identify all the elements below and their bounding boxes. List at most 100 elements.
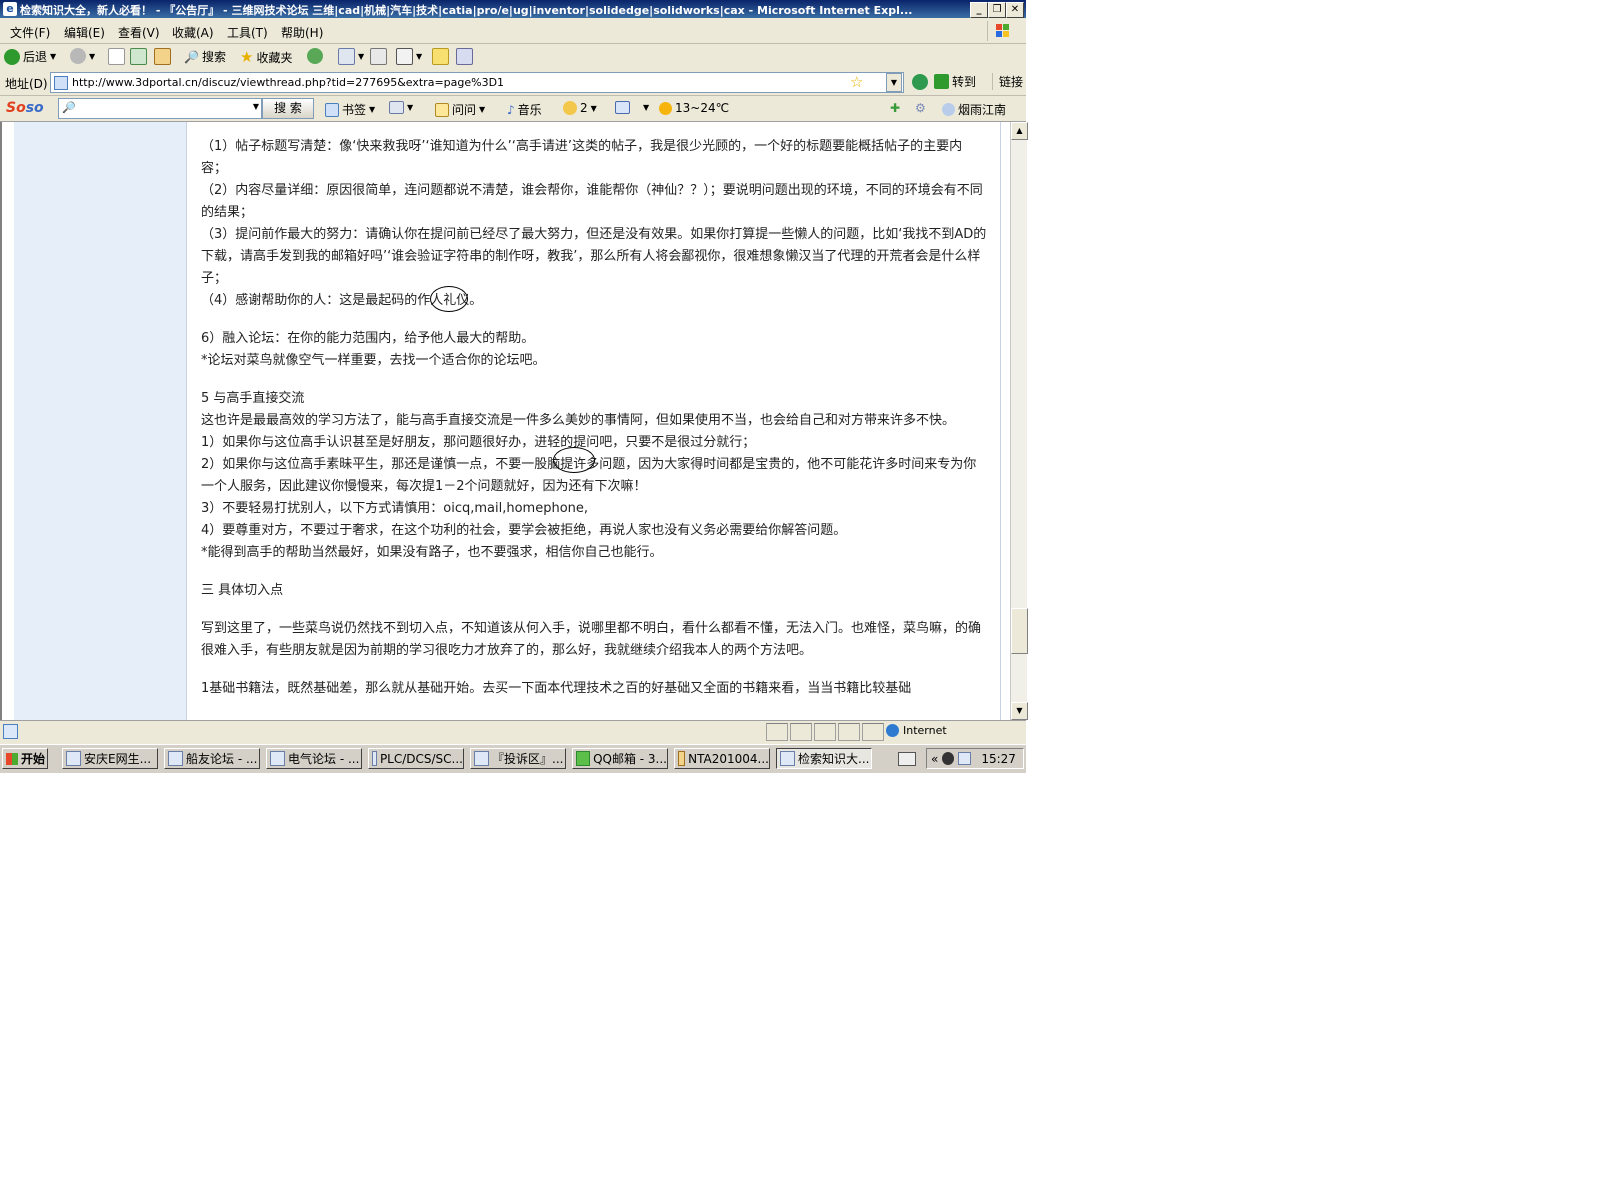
stop-icon [108, 48, 125, 65]
qq-penguin-icon[interactable] [942, 752, 955, 765]
paragraph: 1）如果你与这位高手认识甚至是好朋友，那问题很好办，进轻的提问吧，只要不是很过分… [201, 435, 756, 450]
messenger-button[interactable] [456, 48, 473, 65]
paragraph: 1基础书籍法，既然基础差，那么就从基础开始。去买一下面本代理技术之百的好基础又全… [201, 681, 912, 696]
notes-button[interactable] [432, 48, 449, 65]
forward-arrow-icon [70, 48, 86, 64]
taskbar-item[interactable]: QQ邮箱 - 3... [572, 748, 668, 769]
scroll-thumb[interactable] [1011, 608, 1028, 654]
messenger-icon [456, 48, 473, 65]
music-button[interactable]: ♪ 音乐 [507, 101, 542, 118]
restore-button[interactable]: ❐ [988, 2, 1006, 18]
taskbar-item[interactable]: NTA201004... [674, 748, 770, 769]
title-bar[interactable]: e 检索知识大全，新人必看！ - 『公告厅』 - 三维网技术论坛 三维|cad|… [0, 0, 1026, 18]
paragraph: 4）要尊重对方，不要过于奢求，在这个功利的社会，要学会被拒绝，再说人家也没有义务… [201, 523, 847, 538]
bookmarks-button[interactable]: 书签 ▼ [325, 101, 375, 118]
menu-file[interactable]: 文件(F) [10, 24, 50, 41]
edit-page-icon [396, 48, 413, 65]
question-icon [435, 102, 449, 117]
add-button[interactable]: ✚ [890, 101, 900, 115]
shield-icon[interactable] [912, 74, 928, 90]
search-icon: 🔎 [62, 101, 76, 114]
screen-button[interactable]: ▼ [615, 101, 649, 114]
windows-logo-icon [987, 21, 1018, 41]
soso-search-button[interactable]: 搜 索 [262, 98, 314, 119]
ask-button[interactable]: 问问 ▼ [435, 101, 485, 118]
user-account[interactable]: 烟雨江南 [942, 101, 1006, 118]
scroll-down-icon[interactable]: ▼ [1011, 702, 1028, 720]
close-button[interactable]: ✕ [1006, 2, 1024, 18]
standard-toolbar: 后退 ▼ ▼ 🔎 搜索 ★ 收藏夹 ▼ ▼ [0, 44, 1026, 71]
envelope-icon [389, 101, 404, 114]
menu-edit[interactable]: 编辑(E) [64, 24, 105, 41]
points-button[interactable]: 2 ▼ [563, 101, 597, 115]
search-icon: 🔎 [184, 49, 199, 64]
plus-icon: ✚ [890, 101, 901, 115]
back-button[interactable]: 后退 ▼ [4, 48, 56, 65]
edit-button[interactable]: ▼ [396, 48, 422, 65]
address-bar: 地址(D) http://www.3dportal.cn/discuz/view… [0, 70, 1026, 96]
search-button[interactable]: 🔎 搜索 [184, 48, 226, 65]
post-content: （1）帖子标题写清楚：像‘快来救我呀’‘谁知道为什么’‘高手请进’这类的帖子，我… [201, 136, 987, 700]
keyboard-icon[interactable] [898, 752, 916, 766]
scroll-up-icon[interactable]: ▲ [1011, 122, 1028, 140]
note-icon [432, 48, 449, 65]
medal-icon [563, 101, 577, 115]
soso-search-input[interactable]: 🔎 ▼ [58, 98, 262, 119]
soso-toolbar: Soso 🔎 ▼ 搜 索 书签 ▼ ▼ 问问 ▼ ♪ 音乐 2 ▼ ▼ 13~2… [0, 96, 1026, 122]
gear-icon: ⚙ [915, 101, 926, 115]
stop-button[interactable] [108, 48, 125, 65]
paragraph: （3）提问前作最大的努力：请确认你在提问前已经尽了最大努力，但还是没有效果。如果… [201, 227, 987, 286]
taskbar-item[interactable]: 『投诉区』... [470, 748, 566, 769]
windows-flag-icon [6, 752, 18, 765]
menu-favorites[interactable]: 收藏(A) [172, 24, 214, 41]
address-input[interactable]: http://www.3dportal.cn/discuz/viewthread… [50, 72, 904, 93]
taskbar-item-active[interactable]: 检索知识大... [776, 748, 872, 769]
minimize-button[interactable]: _ [970, 2, 988, 18]
mail-dropdown[interactable]: ▼ [389, 101, 413, 114]
settings-button[interactable]: ⚙ [915, 101, 926, 115]
links-button[interactable]: 链接 [992, 73, 1023, 90]
dropdown-icon[interactable]: ▼ [253, 102, 259, 111]
network-icon[interactable] [958, 752, 972, 765]
ie-icon: e [3, 2, 17, 16]
paragraph: *能得到高手的帮助当然最好，如果没有路子，也不要强求，相信你自己也能行。 [201, 545, 663, 560]
forward-dropdown-icon[interactable]: ▼ [89, 52, 95, 61]
start-button[interactable]: 开始 [2, 748, 48, 769]
weather-widget[interactable]: 13~24℃ [659, 101, 729, 115]
favorites-button[interactable]: ★ 收藏夹 [240, 48, 292, 66]
section-heading: 三 具体切入点 [201, 583, 284, 598]
print-button[interactable] [370, 48, 387, 65]
mail-button[interactable]: ▼ [338, 48, 364, 65]
forward-button[interactable]: ▼ [70, 48, 95, 64]
taskbar-item[interactable]: PLC/DCS/SC... [368, 748, 464, 769]
back-arrow-icon [4, 48, 20, 65]
vertical-scrollbar[interactable]: ▲ ▼ [1010, 122, 1028, 720]
paragraph: （2）内容尽量详细：原因很简单，连问题都说不清楚，谁会帮你，谁能帮你（神仙？？）… [201, 183, 983, 220]
globe-icon [886, 724, 899, 737]
paragraph: （4）感谢帮助你的人：这是最起码的作人礼仪。 [201, 293, 483, 308]
circle-annotation [553, 447, 595, 473]
history-button[interactable] [307, 48, 323, 64]
sun-icon [659, 101, 672, 115]
taskbar-item[interactable]: 安庆E网生... [62, 748, 158, 769]
taskbar-item[interactable]: 船友论坛 - ... [164, 748, 260, 769]
menu-view[interactable]: 查看(V) [118, 24, 160, 41]
menu-tools[interactable]: 工具(T) [227, 24, 268, 41]
ie-icon [474, 751, 489, 766]
go-button[interactable]: 转到 [934, 73, 976, 90]
tray-expand-icon[interactable]: « [931, 752, 938, 766]
clock[interactable]: 15:27 [981, 752, 1016, 766]
address-dropdown-icon[interactable]: ▼ [886, 73, 902, 92]
folder-icon [678, 751, 686, 766]
qq-mail-icon [576, 751, 591, 766]
refresh-button[interactable] [130, 48, 147, 65]
add-favorite-star-icon[interactable]: ☆ [850, 73, 863, 91]
user-icon [942, 103, 955, 116]
go-arrow-icon [934, 74, 949, 89]
soso-logo[interactable]: Soso [6, 100, 44, 116]
menu-help[interactable]: 帮助(H) [281, 24, 323, 41]
home-button[interactable] [154, 48, 171, 65]
taskbar-item[interactable]: 电气论坛 - ... [266, 748, 362, 769]
back-dropdown-icon[interactable]: ▼ [50, 52, 56, 61]
system-tray: « 15:27 [926, 748, 1024, 769]
